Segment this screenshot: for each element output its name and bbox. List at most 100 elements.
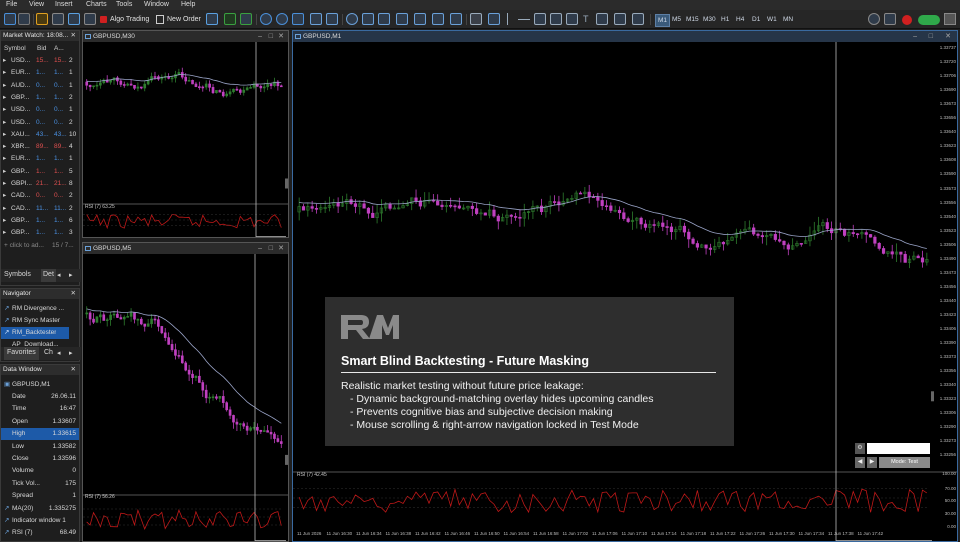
step-forward-icon[interactable]: ▶ <box>867 457 877 468</box>
market-watch-row[interactable]: ▸ GBP... 1... 1... 5 <box>1 166 79 178</box>
timeframe-mn[interactable]: MN <box>783 14 793 25</box>
tab-symbols[interactable]: Symbols <box>4 271 31 278</box>
menu-window[interactable]: Window <box>144 0 169 10</box>
minimize-icon[interactable]: – <box>258 243 262 254</box>
timeframe-m5[interactable]: M5 <box>672 14 681 25</box>
market-watch-row[interactable]: ▸ XAU... 43... 43... 10 <box>1 129 79 141</box>
more-tools-icon[interactable] <box>632 13 644 25</box>
shapes-icon[interactable] <box>614 13 626 25</box>
navigator-item[interactable]: ↗ RM Divergence ... <box>1 303 79 315</box>
grid-icon[interactable] <box>292 13 304 25</box>
menu-help[interactable]: Help <box>181 0 195 10</box>
timeframe-m15[interactable]: M15 <box>686 14 699 25</box>
maximize-icon[interactable]: □ <box>269 31 273 42</box>
menu-charts[interactable]: Charts <box>86 0 107 10</box>
market-watch-row[interactable]: ▸ EUR... 1... 1... 1 <box>1 153 79 165</box>
objects-icon[interactable] <box>362 13 374 25</box>
market-watch-row[interactable]: ▸ GBPI... 21... 21... 8 <box>1 178 79 190</box>
tab-scroll-left-icon[interactable]: ◂ <box>57 349 61 357</box>
tab-details[interactable]: Det <box>41 269 56 282</box>
timeframe-h1[interactable]: H1 <box>721 14 729 25</box>
close-icon[interactable]: ✕ <box>945 31 951 42</box>
depth-of-market-icon[interactable] <box>206 13 218 25</box>
channel-icon[interactable] <box>550 13 562 25</box>
crosshair-icon[interactable] <box>488 13 500 25</box>
bar-chart-icon[interactable] <box>224 13 236 25</box>
market-watch-row[interactable]: ▸ AUD... 0... 0... 1 <box>1 80 79 92</box>
menu-view[interactable]: View <box>29 0 44 10</box>
fibonacci-icon[interactable] <box>566 13 578 25</box>
market-watch-row[interactable]: ▸ XBR... 89... 89... 4 <box>1 141 79 153</box>
trendline-icon[interactable] <box>534 13 546 25</box>
column-ask[interactable]: A... <box>54 43 64 55</box>
menu-insert[interactable]: Insert <box>55 0 73 10</box>
market-watch-row[interactable]: ▸ USD... 15... 15... 2 <box>1 55 79 67</box>
vertical-line-icon[interactable] <box>507 13 508 25</box>
screenshot-icon[interactable] <box>414 13 426 25</box>
timeframe-h4[interactable]: H4 <box>736 14 744 25</box>
market-watch-row[interactable]: ▸ CAD... 0... 0... 2 <box>1 190 79 202</box>
templates-icon[interactable] <box>396 13 408 25</box>
menu-file[interactable]: File <box>6 0 17 10</box>
chart-window-m30[interactable]: GBPUSD,M30 – □ ✕ RSI (7) 63.25 <box>82 30 289 238</box>
market-watch-row[interactable]: ▸ USD... 0... 0... 1 <box>1 104 79 116</box>
data-window-icon[interactable] <box>52 13 64 25</box>
chart-window-m5[interactable]: GBPUSD,M5 – □ ✕ RSI (7) 56.26 <box>82 242 289 542</box>
search-icon[interactable] <box>868 13 880 25</box>
label-tool-icon[interactable] <box>596 13 608 25</box>
market-watch-row[interactable]: ▸ CAD... 11... 11... 2 <box>1 203 79 215</box>
close-icon[interactable]: ✕ <box>71 289 76 299</box>
user-avatar-icon[interactable] <box>944 13 956 25</box>
navigator-item[interactable]: AP_Download... <box>1 339 79 347</box>
test-input[interactable] <box>867 443 930 454</box>
market-watch-icon[interactable] <box>36 13 48 25</box>
close-icon[interactable]: ✕ <box>71 365 76 375</box>
market-watch-row[interactable]: ▸ EUR... 1... 1... 1 <box>1 67 79 79</box>
new-chart-icon[interactable] <box>4 13 16 25</box>
candlestick-icon[interactable] <box>240 13 252 25</box>
column-bid[interactable]: Bid <box>37 43 46 55</box>
market-watch-row[interactable]: ▸ GBP... 1... 1... 2 <box>1 92 79 104</box>
chart-window-m1[interactable]: GBPUSD,M1 – □ ✕ 1.33737 1.33720 1.33706 1.3… <box>292 30 958 542</box>
step-back-icon[interactable]: ◀ <box>855 457 865 468</box>
new-order-button[interactable]: New Order <box>156 13 204 26</box>
market-watch-row[interactable]: ▸ GBP... 1... 1... 6 <box>1 215 79 227</box>
tab-scroll-left-icon[interactable]: ◂ <box>57 271 61 279</box>
toolbox-icon[interactable] <box>84 13 96 25</box>
timeframe-d1[interactable]: D1 <box>752 14 760 25</box>
maximize-icon[interactable]: □ <box>929 31 933 42</box>
cursor-icon[interactable] <box>470 13 482 25</box>
connection-status-icon[interactable] <box>918 15 940 25</box>
chart-shift-icon[interactable] <box>326 13 338 25</box>
market-watch-row[interactable]: ▸ GBP... 1... 1... 3 <box>1 227 79 239</box>
close-icon[interactable]: ✕ <box>278 243 284 254</box>
timeframe-m1[interactable]: M1 <box>655 14 671 27</box>
settings-icon[interactable]: ⚙ <box>855 443 865 454</box>
text-tool-icon[interactable]: T <box>583 13 589 26</box>
navigator-item-selected[interactable]: ↗ RM_Backtester <box>1 327 69 339</box>
periods-icon[interactable] <box>378 13 390 25</box>
chart-type-icon[interactable] <box>450 13 462 25</box>
algo-trading-button[interactable]: Algo Trading <box>100 13 152 26</box>
minimize-icon[interactable]: – <box>258 31 262 42</box>
market-watch-row[interactable]: ▸ USD... 0... 0... 2 <box>1 117 79 129</box>
zoom-in-icon[interactable] <box>260 13 272 25</box>
tab-scroll-right-icon[interactable]: ▸ <box>69 271 73 279</box>
mode-test-button[interactable]: Mode: Test <box>879 457 930 468</box>
tab-common[interactable]: Ch <box>44 349 53 356</box>
layout-icon[interactable] <box>432 13 444 25</box>
indicators-icon[interactable] <box>346 13 358 25</box>
tab-favorites[interactable]: Favorites <box>4 347 39 360</box>
timeframe-m30[interactable]: M30 <box>703 14 716 25</box>
close-icon[interactable]: ✕ <box>278 31 284 42</box>
add-symbol-row[interactable]: + click to ad... 15 / 7... <box>1 240 79 252</box>
navigator-icon[interactable] <box>68 13 80 25</box>
alert-icon[interactable] <box>902 15 912 25</box>
zoom-out-icon[interactable] <box>276 13 288 25</box>
tab-scroll-right-icon[interactable]: ▸ <box>69 349 73 357</box>
profiles-icon[interactable] <box>18 13 30 25</box>
horizontal-line-icon[interactable] <box>518 19 530 20</box>
timeframe-w1[interactable]: W1 <box>767 14 777 25</box>
navigator-item[interactable]: ↗ RM Sync Master <box>1 315 79 327</box>
account-icon[interactable] <box>884 13 896 25</box>
